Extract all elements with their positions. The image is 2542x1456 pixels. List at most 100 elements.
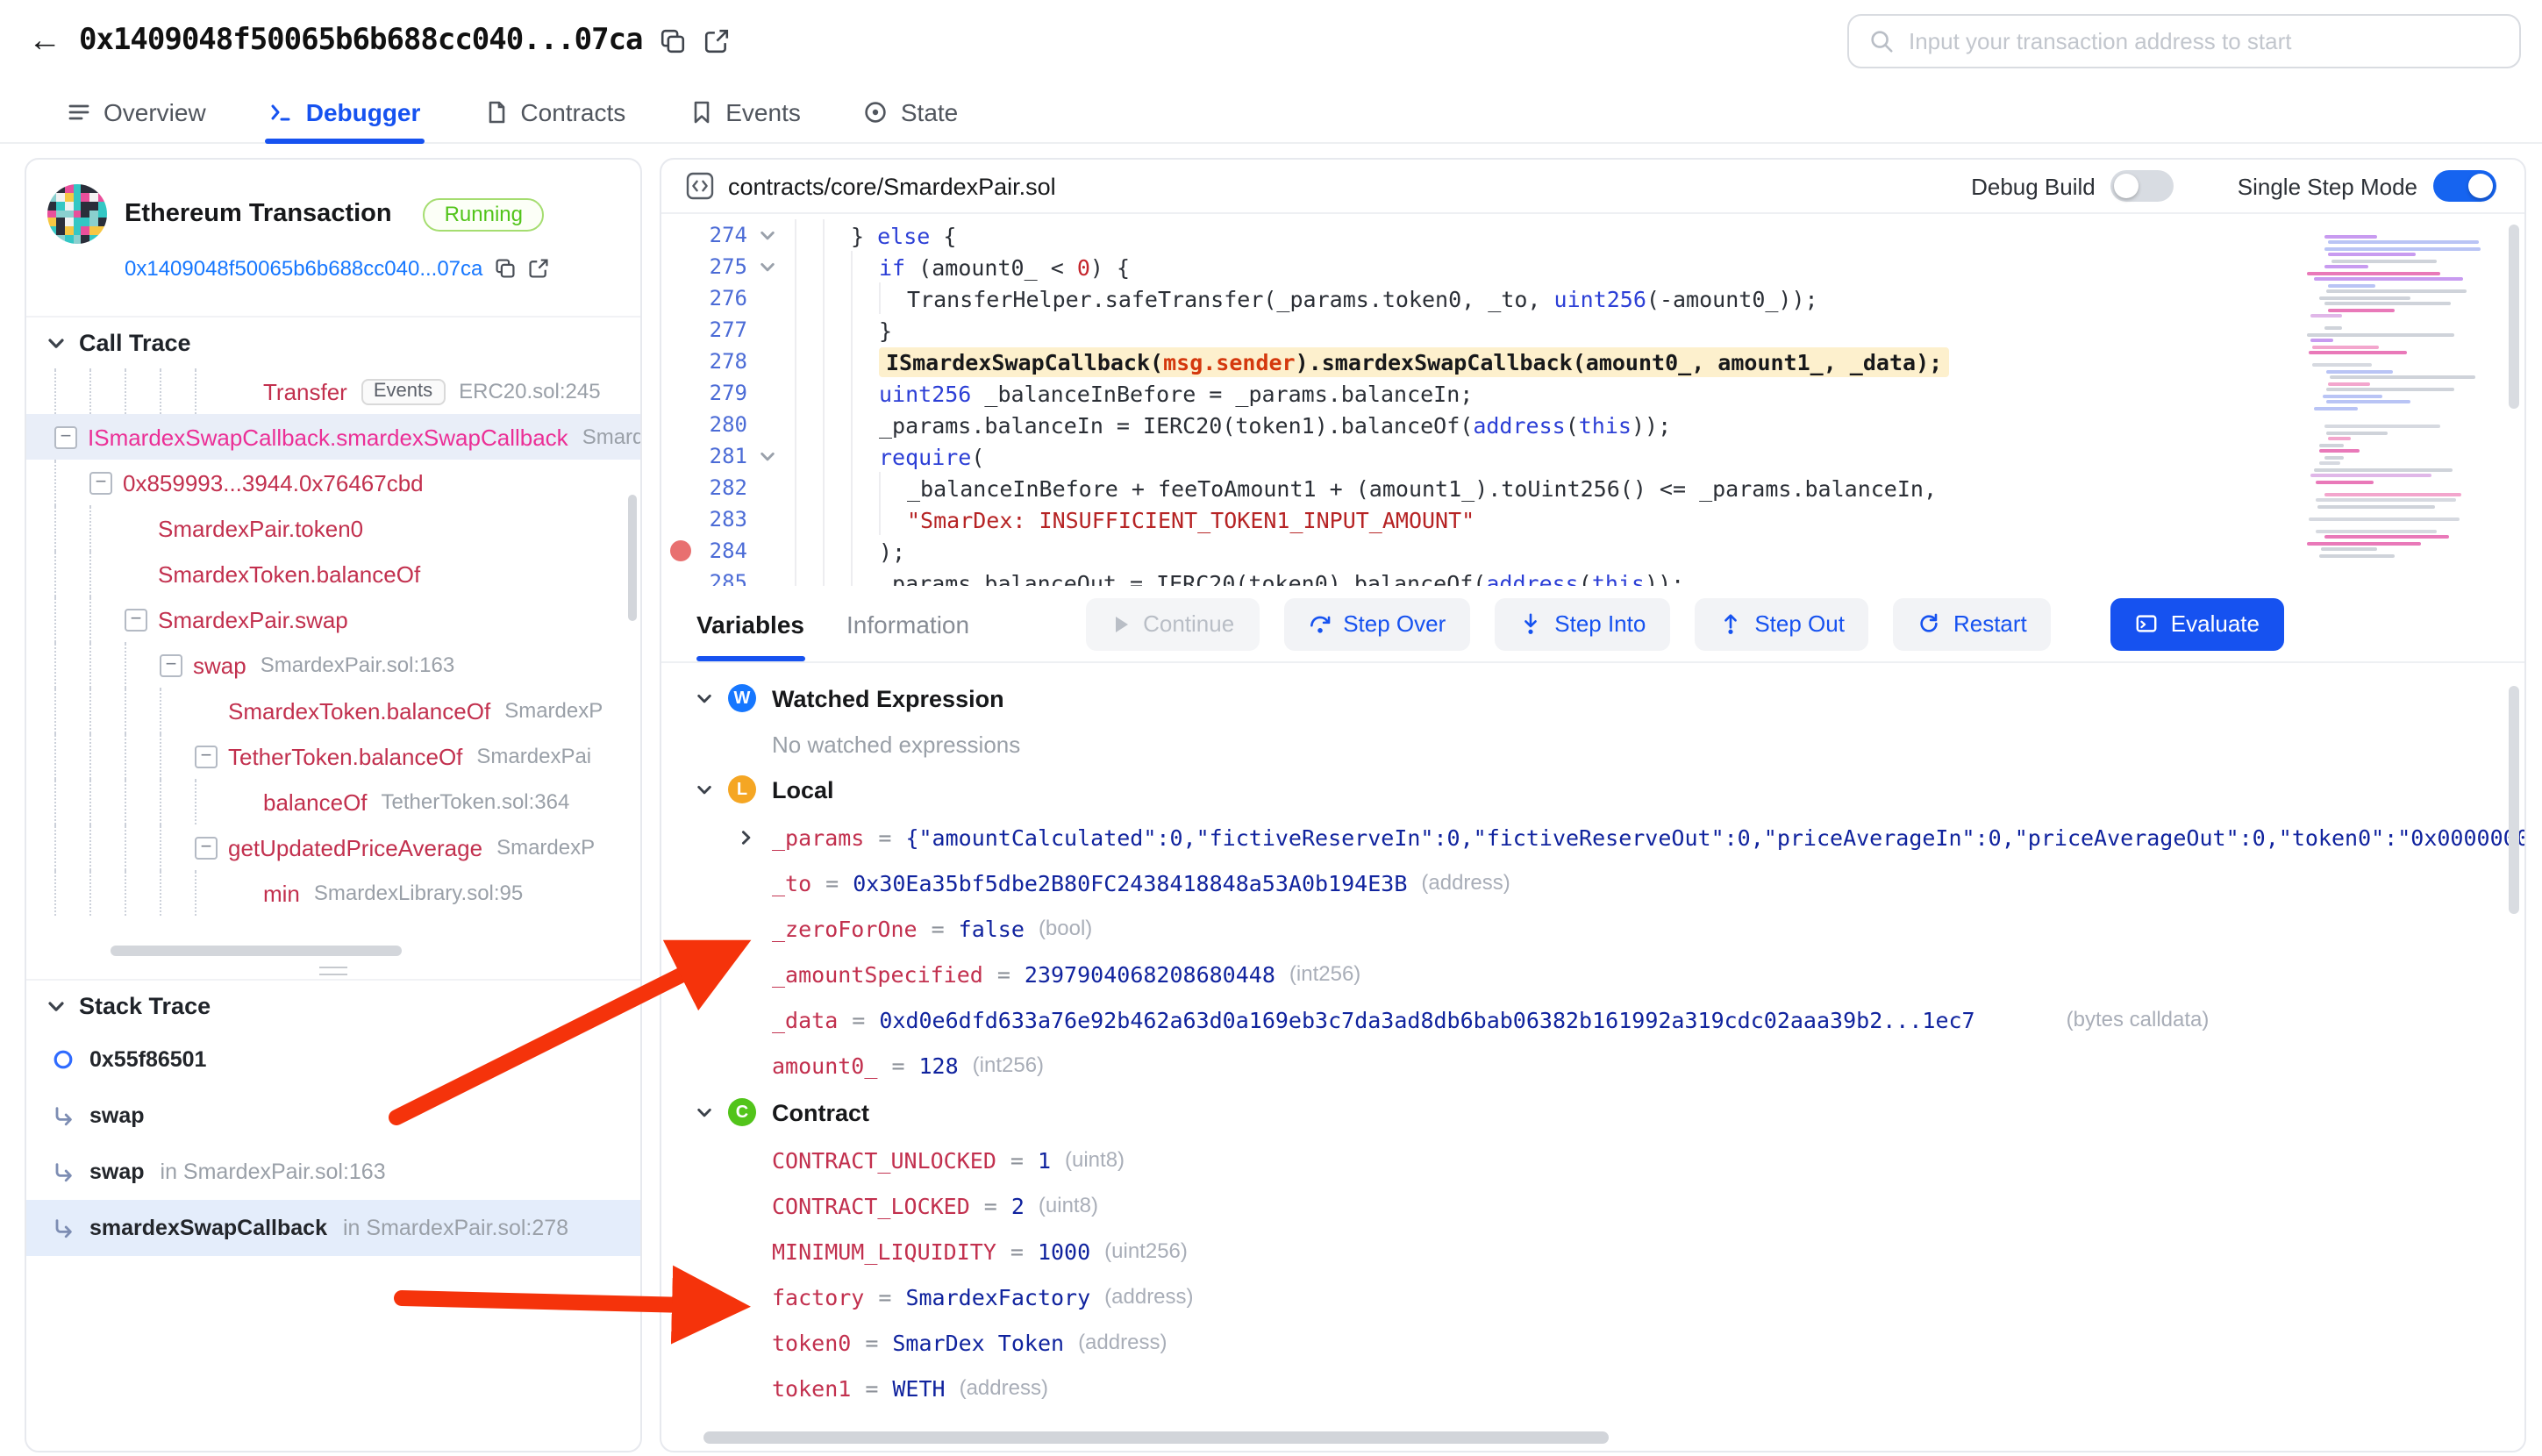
collapse-box[interactable]: − (160, 653, 182, 676)
call-label: 0x859993...3944.0x76467cbd (123, 469, 424, 496)
restart-button[interactable]: Restart (1894, 597, 2052, 650)
line-number: 282 (691, 475, 747, 500)
debug-build-toggle[interactable] (2111, 170, 2174, 202)
step-arrow-icon (53, 1161, 74, 1182)
tab-label: Contracts (520, 97, 625, 125)
collapse-box[interactable]: − (195, 836, 218, 859)
variable-row[interactable]: MINIMUM_LIQUIDITY=1000(uint256) (661, 1228, 2524, 1274)
transaction-hash-title: 0x1409048f50065b6b688cc040...07ca (79, 23, 643, 58)
variable-type: (bytes calldata) (2067, 1007, 2210, 1031)
chevron-right-icon[interactable] (739, 829, 754, 845)
transaction-hash-link[interactable]: 0x1409048f50065b6b688cc040...07ca (125, 256, 482, 281)
call-trace-item[interactable]: −ISmardexSwapCallback.smardexSwapCallbac… (26, 414, 640, 460)
chevron-down-icon[interactable] (696, 782, 712, 797)
code-line: 285_params.balanceOut = IERC20(token0).b… (661, 567, 2524, 586)
fold-chevron-icon[interactable] (753, 259, 782, 275)
collapse-box[interactable]: − (195, 745, 218, 767)
line-number: 277 (691, 318, 747, 342)
collapse-box[interactable]: − (125, 608, 147, 631)
variable-name: CONTRACT_LOCKED (772, 1192, 970, 1218)
resize-handle[interactable] (26, 961, 640, 979)
call-trace-item[interactable]: SmardexToken.balanceOf (26, 551, 640, 596)
search-input[interactable] (1909, 27, 2500, 54)
variable-row[interactable]: CONTRACT_LOCKED=2(uint8) (661, 1182, 2524, 1228)
stack-trace-item[interactable]: 0x55f86501 (26, 1031, 640, 1088)
call-trace-item[interactable]: −0x859993...3944.0x76467cbd (26, 460, 640, 505)
variable-row[interactable]: amount0_=128(int256) (661, 1042, 2524, 1088)
overview-icon (67, 99, 91, 124)
status-badge: Running (424, 197, 544, 231)
call-trace-item[interactable]: SmardexToken.balanceOfSmardexP (26, 688, 640, 733)
variable-value: {"amountCalculated":0,"fictiveReserveIn"… (905, 824, 2524, 850)
stack-trace-item[interactable]: smardexSwapCallbackin SmardexPair.sol:27… (26, 1200, 640, 1256)
search-box[interactable] (1847, 13, 2521, 68)
step-over-button[interactable]: Step Over (1283, 597, 1470, 650)
call-trace-item[interactable]: −getUpdatedPriceAverageSmardexP (26, 824, 640, 870)
tab-overview[interactable]: Overview (67, 81, 206, 142)
variable-row[interactable]: _zeroForOne=false(bool) (661, 905, 2524, 951)
call-trace-item[interactable]: balanceOfTetherToken.sol:364 (26, 779, 640, 824)
variable-row[interactable]: factory=SmardexFactory(address) (661, 1274, 2524, 1319)
variable-row[interactable]: token1=WETH(address) (661, 1365, 2524, 1410)
code-editor: 274} else {275if (amount0_ < 0) {276Tran… (661, 214, 2524, 586)
scrollbar-thumb[interactable] (628, 495, 637, 621)
chevron-down-icon[interactable] (696, 1104, 712, 1120)
scrollbar-thumb[interactable] (111, 946, 402, 956)
variable-section-header[interactable]: WWatched Expression (661, 674, 2524, 723)
step-out-button[interactable]: Step Out (1695, 597, 1869, 650)
variable-section-header[interactable]: CContract (661, 1088, 2524, 1137)
copy-icon[interactable] (660, 27, 687, 54)
stack-trace-item[interactable]: swapin SmardexPair.sol:163 (26, 1144, 640, 1200)
call-trace-item[interactable]: TransferEventsERC20.sol:245 (26, 368, 640, 414)
tab-label: State (901, 97, 958, 125)
contracts-icon (483, 99, 508, 124)
variable-row[interactable]: _amountSpecified=2397904068208680448(int… (661, 951, 2524, 996)
variable-row[interactable]: _data=0xd0e6dfd633a76e92b462a63d0a169eb3… (661, 996, 2524, 1042)
stack-trace-header[interactable]: Stack Trace (26, 979, 640, 1031)
fold-chevron-icon[interactable] (753, 227, 782, 243)
breakpoint-dot[interactable] (670, 540, 691, 561)
code-lines: 274} else {275if (amount0_ < 0) {276Tran… (661, 219, 2524, 586)
variable-row[interactable]: CONTRACT_UNLOCKED=1(uint8) (661, 1137, 2524, 1182)
call-label: ISmardexSwapCallback.smardexSwapCallback (88, 424, 568, 450)
chevron-down-icon[interactable] (696, 690, 712, 706)
tab-information[interactable]: Information (846, 586, 969, 661)
tab-variables[interactable]: Variables (696, 586, 804, 661)
variable-row[interactable]: token0=SmarDex Token(address) (661, 1319, 2524, 1365)
single-step-toggle[interactable] (2433, 170, 2496, 202)
variable-value: false (959, 915, 1025, 941)
call-trace-item[interactable]: −swapSmardexPair.sol:163 (26, 642, 640, 688)
code-file-icon (686, 172, 714, 200)
tab-events[interactable]: Events (689, 81, 801, 142)
call-trace-header[interactable]: Call Trace (26, 316, 640, 368)
call-trace-item[interactable]: min SmardexLibrary.sol:95 (26, 870, 640, 916)
evaluate-button[interactable]: Evaluate (2111, 597, 2284, 650)
external-link-icon[interactable] (528, 258, 549, 279)
stack-trace-item[interactable]: swap (26, 1088, 640, 1144)
call-trace-item[interactable]: −SmardexPair.swap (26, 596, 640, 642)
scrollbar-thumb[interactable] (703, 1431, 1609, 1444)
scrollbar-thumb[interactable] (2509, 686, 2519, 914)
variable-section-header[interactable]: LLocal (661, 765, 2524, 814)
tab-state[interactable]: State (864, 81, 958, 142)
code-line: 274} else { (661, 219, 2524, 251)
continue-icon (1110, 613, 1131, 634)
fold-chevron-icon[interactable] (753, 448, 782, 464)
copy-icon[interactable] (495, 258, 516, 279)
tab-debugger[interactable]: Debugger (269, 81, 421, 142)
call-trace-item[interactable]: −TetherToken.balanceOfSmardexPai (26, 733, 640, 779)
scrollbar-thumb[interactable] (2509, 225, 2519, 409)
external-link-icon[interactable] (704, 27, 731, 54)
minimap[interactable] (2307, 228, 2482, 572)
variable-name: token0 (772, 1329, 851, 1355)
collapse-box[interactable]: − (54, 425, 77, 448)
source-location: SmardexLibrary.sol:95 (314, 881, 523, 905)
tab-contracts[interactable]: Contracts (483, 81, 625, 142)
call-label: min (263, 880, 300, 906)
variable-row[interactable]: _params={"amountCalculated":0,"fictiveRe… (661, 814, 2524, 860)
variable-row[interactable]: _to=0x30Ea35bf5dbe2B80FC2438418848a53A0b… (661, 860, 2524, 905)
step-into-button[interactable]: Step Into (1495, 597, 1670, 650)
call-trace-item[interactable]: SmardexPair.token0 (26, 505, 640, 551)
back-button[interactable]: ← (28, 24, 61, 57)
collapse-box[interactable]: − (89, 471, 112, 494)
